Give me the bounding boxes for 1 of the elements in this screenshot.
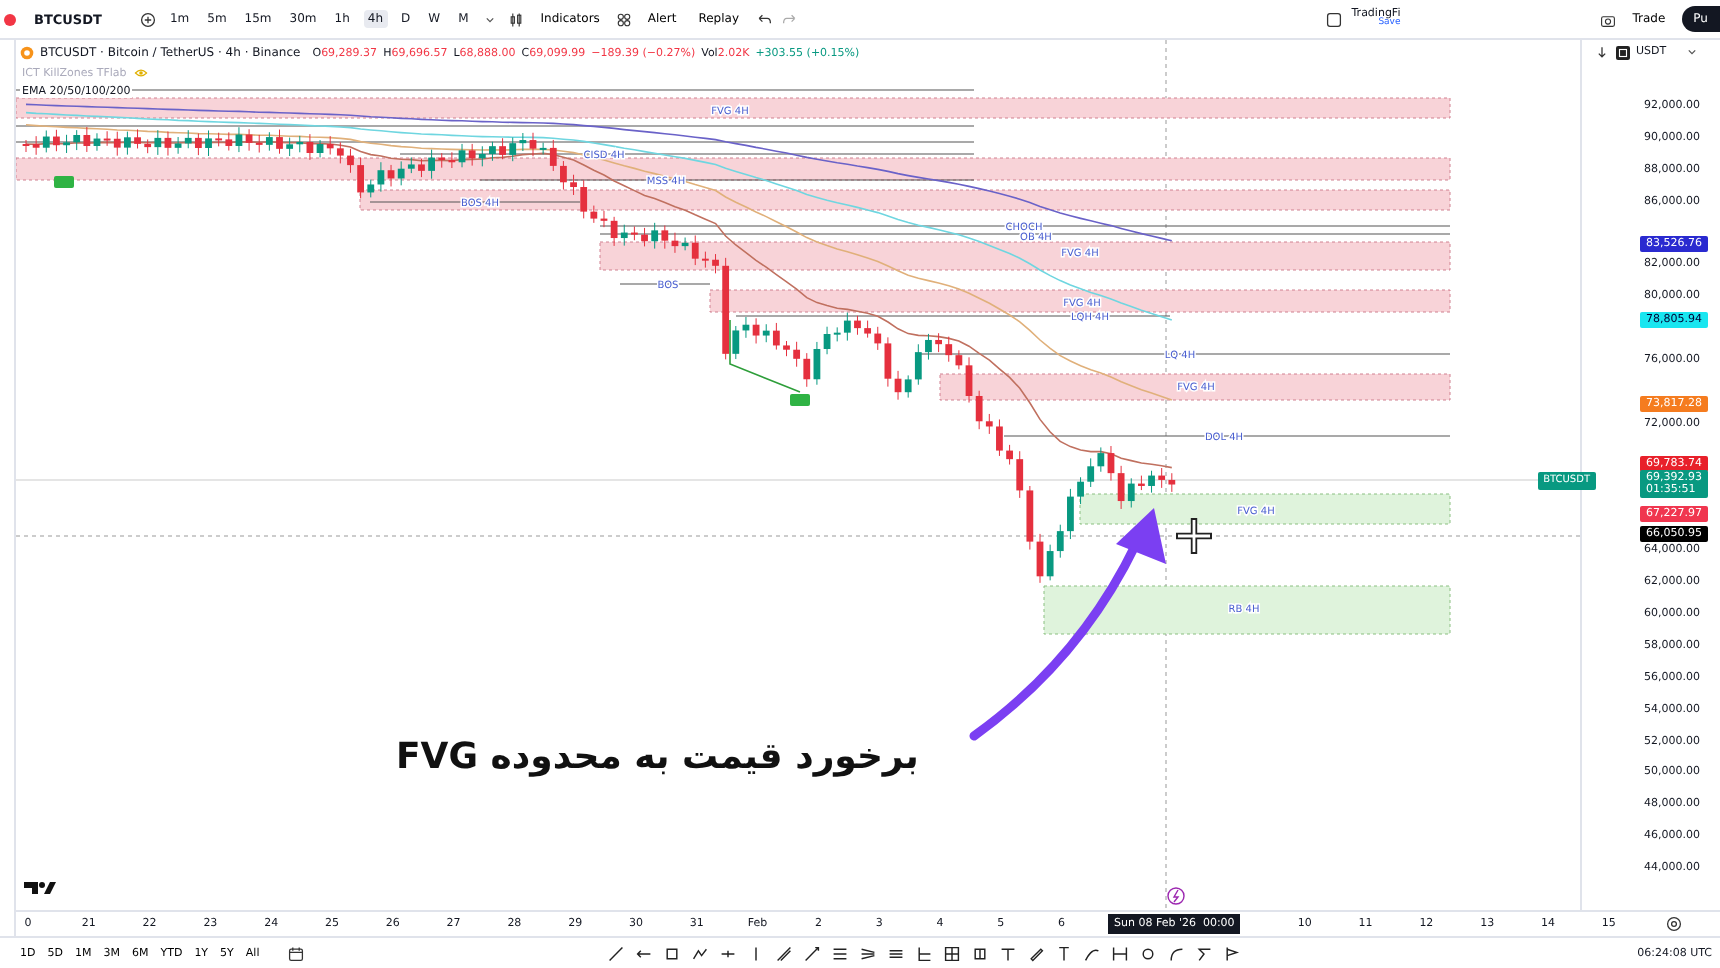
- annotation-text: برخورد قیمت به محدوده FVG: [396, 736, 919, 778]
